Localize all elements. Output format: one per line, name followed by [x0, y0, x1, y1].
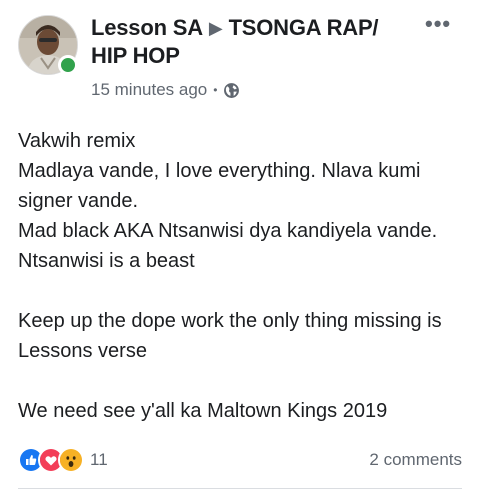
post-timestamp[interactable]: 15 minutes ago — [91, 80, 207, 100]
separator-dot: • — [213, 83, 218, 97]
post-footer: 11 2 comments — [18, 445, 468, 475]
wow-icon — [58, 447, 84, 473]
post-text: Vakwih remix Madlaya vande, I love every… — [18, 130, 442, 422]
more-options-button[interactable]: ••• — [425, 13, 455, 35]
comments-link[interactable]: 2 comments — [369, 450, 462, 470]
post-header: Lesson SA ▶ TSONGA RAP/ HIP HOP — [91, 14, 411, 70]
reaction-count: 11 — [90, 450, 108, 469]
globe-icon — [223, 82, 240, 99]
post-meta: 15 minutes ago • — [91, 78, 240, 102]
reactions-summary[interactable]: 11 — [18, 447, 108, 473]
divider — [18, 488, 462, 489]
author-name[interactable]: Lesson SA — [91, 15, 203, 40]
author-avatar[interactable] — [18, 15, 78, 75]
arrow-right-icon: ▶ — [208, 18, 223, 38]
online-status-dot — [58, 55, 78, 75]
